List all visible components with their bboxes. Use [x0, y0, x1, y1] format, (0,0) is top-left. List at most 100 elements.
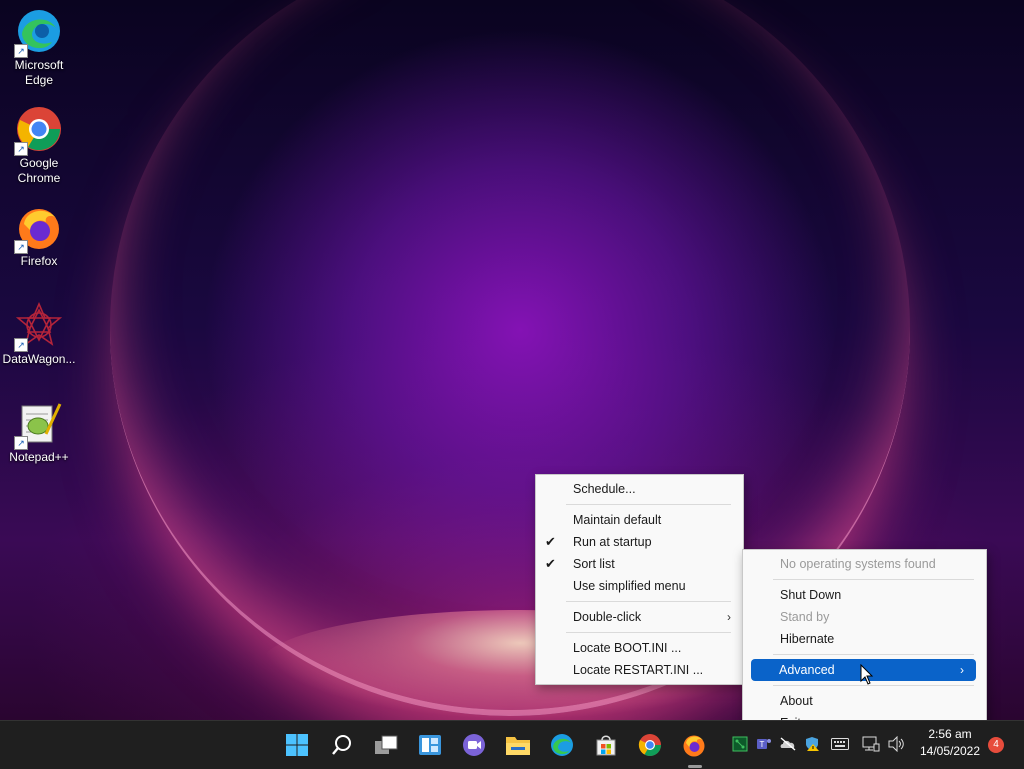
datawagon-icon: ↗	[14, 301, 63, 352]
teams-tray-button[interactable]: T	[755, 735, 773, 753]
microsoft-store-button[interactable]	[589, 728, 623, 762]
desktop-icon-label: Microsoft	[14, 58, 64, 72]
volume-tray-button[interactable]	[887, 735, 905, 753]
file-explorer-button[interactable]	[501, 728, 535, 762]
desktop-icon-label: Notepad++	[9, 450, 69, 464]
start-icon	[286, 734, 308, 756]
menu-item-sort-list[interactable]: ✔ Sort list	[536, 553, 743, 575]
desktop-icon-firefox[interactable]: ↗ Firefox	[0, 198, 78, 269]
network-icon	[862, 736, 880, 752]
svg-text:T: T	[760, 740, 765, 749]
onedrive-offline-icon	[780, 737, 796, 751]
menu-item-maintain-default[interactable]: Maintain default	[536, 509, 743, 531]
edge-icon: ↗	[14, 8, 62, 58]
menu-item-label: Schedule...	[573, 482, 636, 496]
menu-item-use-simplified-menu[interactable]: Use simplified menu	[536, 575, 743, 597]
menu-item-stand-by: Stand by	[743, 606, 986, 628]
firefox-icon	[683, 735, 705, 757]
clock[interactable]: 2:56 am 14/05/2022	[914, 726, 986, 760]
menu-separator	[566, 504, 731, 505]
edge-icon	[551, 734, 573, 756]
shortcut-arrow-icon: ↗	[14, 338, 28, 352]
volume-icon	[888, 736, 904, 752]
menu-separator	[566, 632, 731, 633]
tray-power-menu: No operating systems found Shut Down Sta…	[742, 549, 987, 738]
menu-item-about[interactable]: About	[743, 690, 986, 712]
taskbar-firefox-button[interactable]	[677, 728, 711, 762]
menu-item-shut-down[interactable]: Shut Down	[743, 584, 986, 606]
onedrive-tray-button[interactable]	[779, 735, 797, 753]
menu-item-label: Locate BOOT.INI ...	[573, 641, 682, 655]
checkmark-icon: ✔	[545, 556, 556, 571]
shortcut-arrow-icon: ↗	[14, 240, 28, 254]
widgets-button[interactable]	[413, 728, 447, 762]
menu-item-label: Hibernate	[780, 632, 835, 646]
menu-item-label: About	[780, 694, 813, 708]
menu-item-label: Advanced	[779, 663, 835, 677]
checkmark-icon: ✔	[545, 534, 556, 549]
shortcut-arrow-icon: ↗	[14, 436, 28, 450]
network-tray-button[interactable]	[862, 735, 880, 753]
chevron-right-icon: ›	[727, 610, 731, 624]
taskbar-edge-button[interactable]	[545, 728, 579, 762]
keyboard-tray-button[interactable]	[831, 735, 849, 753]
desktop-icon-label: Google	[19, 156, 59, 170]
tray-context-menu: Schedule... Maintain default ✔ Run at st…	[535, 474, 744, 685]
desktop-icon-label: DataWagon...	[2, 352, 76, 366]
teams-tray-icon: T	[757, 739, 771, 749]
clock-date: 14/05/2022	[919, 744, 981, 758]
mouse-cursor-icon	[860, 663, 874, 691]
menu-item-label: Run at startup	[573, 535, 652, 549]
keyboard-icon	[831, 738, 849, 750]
file-explorer-icon	[506, 737, 530, 755]
menu-separator	[566, 601, 731, 602]
notification-badge[interactable]: 4	[988, 737, 1004, 753]
desktop-icon-chrome[interactable]: ↗ Google Chrome	[0, 100, 78, 186]
menu-separator	[773, 579, 974, 580]
menu-item-label: Sort list	[573, 557, 615, 571]
menu-item-double-click[interactable]: Double-click ›	[536, 606, 743, 628]
teams-chat-button[interactable]	[457, 728, 491, 762]
search-button[interactable]	[325, 728, 359, 762]
widgets-icon	[419, 735, 441, 755]
firefox-icon: ↗	[14, 204, 62, 254]
desktop-icon-label: Chrome	[17, 171, 61, 185]
desktop-icon-label: Edge	[24, 73, 54, 87]
chrome-icon	[638, 734, 661, 756]
menu-item-label: No operating systems found	[780, 557, 936, 571]
menu-item-hibernate[interactable]: Hibernate	[743, 628, 986, 650]
shortcut-arrow-icon: ↗	[14, 44, 28, 58]
taskbar-chrome-button[interactable]	[633, 728, 667, 762]
menu-separator	[773, 654, 974, 655]
menu-item-label: Locate RESTART.INI ...	[573, 663, 704, 677]
chrome-icon: ↗	[14, 106, 62, 156]
bootmenu-tray-button[interactable]	[731, 735, 749, 753]
menu-item-no-os-found: No operating systems found	[743, 553, 986, 575]
menu-item-locate-boot-ini[interactable]: Locate BOOT.INI ...	[536, 637, 743, 659]
defender-warning-icon	[806, 737, 819, 751]
chevron-right-icon: ›	[960, 663, 964, 677]
menu-item-label: Stand by	[780, 610, 830, 624]
shortcut-arrow-icon: ↗	[14, 142, 28, 156]
notepadpp-icon: ↗	[14, 400, 62, 450]
task-view-button[interactable]	[369, 728, 403, 762]
clock-time: 2:56 am	[928, 727, 972, 741]
menu-item-run-at-startup[interactable]: ✔ Run at startup	[536, 531, 743, 553]
defender-tray-button[interactable]	[803, 735, 821, 753]
task-view-icon	[375, 735, 398, 754]
taskbar: T 2:56 am 14/05/2022 4	[0, 720, 1024, 769]
search-icon	[332, 735, 351, 755]
start-button[interactable]	[280, 728, 314, 762]
menu-item-label: Shut Down	[780, 588, 842, 602]
desktop-icon-notepadpp[interactable]: ↗ Notepad++	[0, 394, 78, 465]
menu-item-label: Use simplified menu	[573, 579, 686, 593]
menu-item-label: Double-click	[573, 610, 642, 624]
desktop-icon-edge[interactable]: ↗ Microsoft Edge	[0, 2, 78, 88]
store-icon	[596, 735, 616, 756]
menu-item-locate-restart-ini[interactable]: Locate RESTART.INI ...	[536, 659, 743, 681]
desktop-icon-datawagon[interactable]: ↗ DataWagon...	[0, 296, 78, 367]
menu-item-label: Maintain default	[573, 513, 662, 527]
menu-item-schedule[interactable]: Schedule...	[536, 478, 743, 500]
teams-chat-icon	[463, 734, 485, 756]
network-tray-icon	[732, 736, 748, 752]
